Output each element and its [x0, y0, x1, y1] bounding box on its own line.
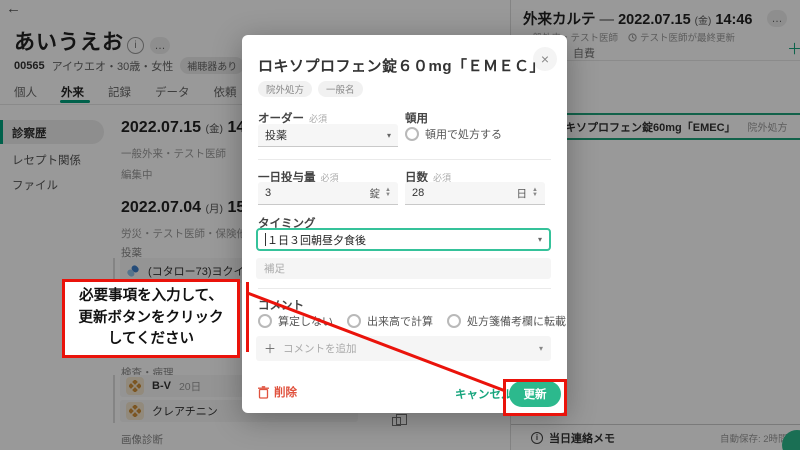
radio-fee-calc[interactable] — [347, 314, 361, 328]
divider — [258, 288, 551, 289]
tonyo-label: 頓用 — [405, 113, 428, 125]
days-value: 28 — [412, 187, 425, 199]
delete-button[interactable]: 削除 — [258, 384, 297, 400]
add-comment-placeholder: コメントを追加 — [283, 343, 357, 355]
radio-fee-calc-label: 出来高で計算 — [367, 316, 433, 328]
instruction-callout: 必要事項を入力して、 更新ボタンをクリック してください — [62, 279, 240, 358]
radio-tonyo-label: 頓用で処方する — [425, 129, 502, 141]
text-cursor — [265, 233, 266, 246]
radio-transcribe[interactable] — [447, 314, 461, 328]
daily-dose-input[interactable]: 3 錠 ▲ ▼ — [258, 182, 398, 205]
plus-icon: ＋ — [264, 342, 277, 356]
instruction-line: してください — [107, 331, 195, 348]
days-input[interactable]: 28 日 ▲ ▼ — [405, 182, 545, 205]
radio-transcribe-label: 処方箋備考欄に転載 — [467, 316, 566, 328]
days-unit: 日 — [516, 187, 528, 200]
daily-dose-value: 3 — [265, 187, 272, 199]
dialog-badges: 院外処方 一般名 — [258, 81, 363, 97]
stepper-down-icon[interactable]: ▼ — [385, 192, 391, 198]
chevron-down-icon: ▾ — [386, 130, 391, 140]
update-button-highlight — [503, 379, 567, 416]
supplement-input[interactable]: 補足 — [256, 258, 551, 279]
add-comment-input[interactable]: ＋ コメントを追加 ▾ — [256, 336, 551, 361]
divider — [258, 159, 551, 160]
tonyo-radio-group: 頓用で処方する — [405, 126, 502, 142]
prescription-edit-dialog: × ロキソプロフェン錠６０mg「ＥＭＥＣ」 院外処方 一般名 オーダー 必須 投薬… — [242, 35, 567, 413]
stepper-down-icon[interactable]: ▼ — [532, 192, 538, 198]
delete-label: 削除 — [274, 387, 297, 399]
daily-dose-unit: 錠 — [369, 187, 381, 200]
instruction-line: 更新ボタンをクリック — [78, 309, 224, 326]
timing-value: １日３回朝昼夕食後 — [267, 234, 366, 247]
radio-tonyo[interactable] — [405, 127, 419, 141]
chevron-down-icon: ▾ — [538, 344, 543, 353]
required-mark: 必須 — [309, 114, 328, 124]
order-value: 投薬 — [265, 130, 287, 142]
chevron-down-icon: ▾ — [537, 235, 542, 244]
stepper-icon[interactable]: ▲ ▼ — [385, 187, 391, 198]
instruction-line: 必要事項を入力して、 — [79, 287, 223, 304]
badge-generic-name: 一般名 — [318, 81, 363, 97]
trash-icon — [258, 385, 269, 399]
timing-combobox[interactable]: １日３回朝昼夕食後 ▾ — [256, 228, 551, 251]
badge-outside-prescription: 院外処方 — [258, 81, 313, 97]
dialog-title: ロキソプロフェン錠６０mg「ＥＭＥＣ」 — [258, 58, 546, 75]
order-select[interactable]: 投薬 ▾ — [258, 124, 398, 147]
radio-no-calc[interactable] — [258, 314, 272, 328]
stepper-icon[interactable]: ▲ ▼ — [532, 187, 538, 198]
